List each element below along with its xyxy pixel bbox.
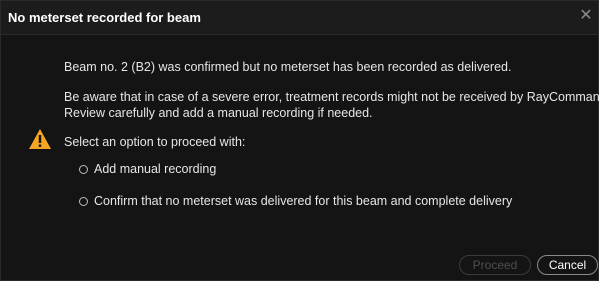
message-warning-line-1: Be aware that in case of a severe error,… xyxy=(64,90,599,104)
option-add-manual-recording[interactable]: Add manual recording xyxy=(78,159,594,179)
dialog-content: Beam no. 2 (B2) was confirmed but no met… xyxy=(64,59,599,223)
options-radio-group: Add manual recording Confirm that no met… xyxy=(64,159,594,211)
close-icon[interactable]: ✕ xyxy=(578,8,594,24)
option-label: Confirm that no meterset was delivered f… xyxy=(94,194,513,208)
message-warning: Be aware that in case of a severe error,… xyxy=(64,89,599,121)
warning-icon xyxy=(29,129,51,149)
option-label: Add manual recording xyxy=(94,162,217,176)
message-warning-line-2: Review carefully and add a manual record… xyxy=(64,106,373,120)
radio-button-icon[interactable] xyxy=(79,164,88,174)
dialog-title: No meterset recorded for beam xyxy=(8,10,201,25)
cancel-button[interactable]: Cancel xyxy=(537,255,598,275)
radio-button-icon[interactable] xyxy=(79,196,88,206)
message-beam-confirmed: Beam no. 2 (B2) was confirmed but no met… xyxy=(64,60,512,74)
no-meterset-dialog: No meterset recorded for beam ✕ Beam no.… xyxy=(0,0,599,281)
option-confirm-no-meterset[interactable]: Confirm that no meterset was delivered f… xyxy=(78,191,594,211)
dialog-title-bar: No meterset recorded for beam ✕ xyxy=(1,1,598,35)
proceed-button[interactable]: Proceed xyxy=(459,255,531,275)
options-prompt: Select an option to proceed with: xyxy=(64,135,246,149)
